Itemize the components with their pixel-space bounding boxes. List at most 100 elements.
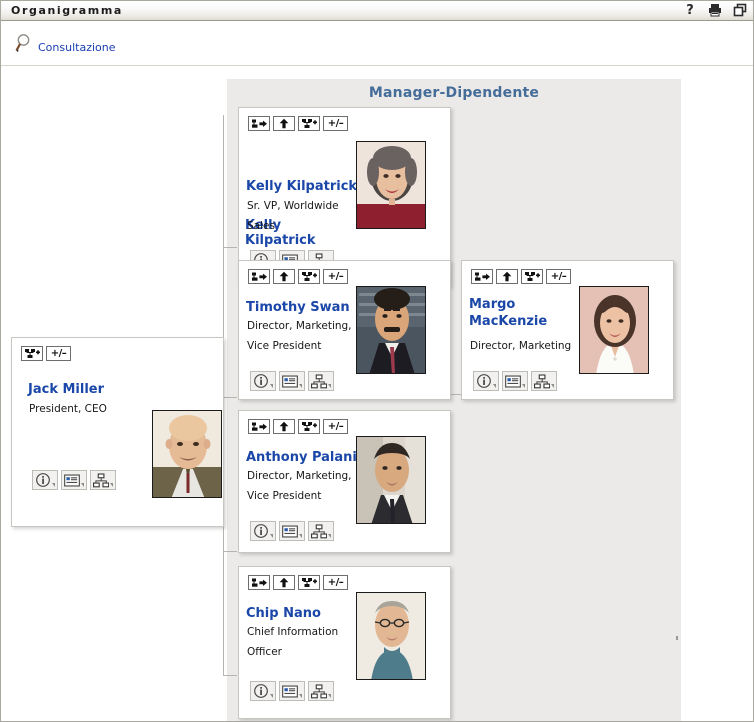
- person-name-main[interactable]: Kelly Kilpatrick: [246, 179, 357, 194]
- card-actions: [250, 371, 334, 391]
- chevron-down-icon: [299, 384, 302, 388]
- add-relation-button[interactable]: [21, 346, 43, 361]
- vcard-menu-button[interactable]: [279, 521, 305, 541]
- magnifier-icon: [15, 33, 35, 55]
- card-actions: [250, 681, 334, 701]
- card-toolbar: +/–: [21, 346, 71, 361]
- chevron-down-icon: [551, 384, 554, 388]
- details-menu-button[interactable]: [250, 521, 276, 541]
- plus-minus-icon: +/–: [327, 577, 344, 588]
- person-name-line1[interactable]: Margo: [469, 297, 515, 312]
- chevron-down-icon: [299, 534, 302, 538]
- vcard-menu-button[interactable]: [279, 681, 305, 701]
- go-to-manager-button[interactable]: [471, 269, 493, 284]
- card-actions: [473, 371, 557, 391]
- details-menu-button[interactable]: [250, 371, 276, 391]
- chevron-down-icon: [270, 534, 273, 538]
- org-chart-menu-button[interactable]: [90, 470, 116, 490]
- person-name[interactable]: Chip Nano: [246, 606, 321, 621]
- person-name[interactable]: Timothy Swan: [246, 300, 350, 315]
- card-actions: [250, 521, 334, 541]
- move-up-button[interactable]: [496, 269, 518, 284]
- move-up-button[interactable]: [273, 575, 295, 590]
- person-photo: [356, 141, 426, 229]
- window-controls: ?: [683, 3, 747, 18]
- chevron-down-icon: [110, 483, 113, 487]
- expand-collapse-button[interactable]: +/–: [323, 269, 348, 284]
- plus-minus-icon: +/–: [50, 348, 67, 359]
- go-to-manager-button[interactable]: [248, 269, 270, 284]
- go-to-manager-button[interactable]: [248, 419, 270, 434]
- consultazione-label: Consultazione: [38, 41, 116, 54]
- expand-collapse-button[interactable]: +/–: [323, 575, 348, 590]
- organigramma-window: Organigramma ? Consultazione Manager-Dip…: [0, 0, 754, 722]
- consultazione-link[interactable]: Consultazione: [15, 33, 116, 55]
- connector-chip: [223, 675, 237, 676]
- person-card-second-level[interactable]: +/– Margo MacKenzie Director, Marketing: [461, 260, 674, 400]
- person-title-line1: Director, Marketing,: [247, 320, 352, 332]
- connector-kelly: [223, 247, 237, 248]
- card-toolbar: +/–: [248, 419, 348, 434]
- person-card-root[interactable]: +/– Jack Miller President, CEO: [11, 337, 224, 527]
- chevron-down-icon: [328, 384, 331, 388]
- person-title-line1: Chief Information: [247, 626, 339, 638]
- person-photo: [356, 436, 426, 524]
- person-photo: [356, 592, 426, 680]
- add-relation-button[interactable]: [521, 269, 543, 284]
- person-title-line2: Sales: [247, 220, 275, 232]
- person-title-line2: Officer: [247, 646, 282, 658]
- go-to-manager-button[interactable]: [248, 116, 270, 131]
- expand-collapse-button[interactable]: +/–: [46, 346, 71, 361]
- person-photo: [579, 286, 649, 374]
- print-icon[interactable]: [708, 3, 722, 18]
- chevron-down-icon: [522, 384, 525, 388]
- details-menu-button[interactable]: [32, 470, 58, 490]
- chevron-down-icon: [328, 534, 331, 538]
- person-card-subordinate[interactable]: +/– Chip Nano Chief Information Officer: [238, 566, 451, 719]
- person-title-line1: President, CEO: [29, 403, 107, 415]
- details-menu-button[interactable]: [250, 681, 276, 701]
- expand-collapse-button[interactable]: +/–: [323, 116, 348, 131]
- vcard-menu-button[interactable]: [61, 470, 87, 490]
- help-icon[interactable]: ?: [683, 3, 697, 18]
- person-card-subordinate[interactable]: +/– Anthony Palani Director, Marketing, …: [238, 410, 451, 553]
- move-up-button[interactable]: [273, 269, 295, 284]
- plus-minus-icon: +/–: [550, 271, 567, 282]
- person-title-line2: Vice President: [247, 490, 322, 502]
- panel-marker-dot: [676, 636, 678, 640]
- org-chart-menu-button[interactable]: [308, 521, 334, 541]
- expand-collapse-button[interactable]: +/–: [323, 419, 348, 434]
- expand-collapse-button[interactable]: +/–: [546, 269, 571, 284]
- connector-timothy: [223, 397, 237, 398]
- org-chart-menu-button[interactable]: [308, 371, 334, 391]
- chevron-down-icon: [299, 694, 302, 698]
- person-name[interactable]: Jack Miller: [28, 382, 158, 397]
- move-up-button[interactable]: [273, 419, 295, 434]
- card-toolbar: +/–: [248, 575, 348, 590]
- chevron-down-icon: [328, 694, 331, 698]
- panel-title: Manager-Dipendente: [368, 85, 540, 101]
- plus-minus-icon: +/–: [327, 421, 344, 432]
- add-relation-button[interactable]: [298, 116, 320, 131]
- org-chart-menu-button[interactable]: [308, 681, 334, 701]
- person-card-subordinate[interactable]: +/– Timothy Swan Director, Marketing, Vi…: [238, 260, 451, 400]
- person-name[interactable]: Anthony Palani: [246, 450, 357, 465]
- chevron-down-icon: [270, 694, 273, 698]
- window-titlebar: Organigramma ?: [1, 1, 753, 21]
- chevron-down-icon: [270, 384, 273, 388]
- chevron-down-icon: [52, 483, 55, 487]
- add-relation-button[interactable]: [298, 269, 320, 284]
- person-name-line2[interactable]: MacKenzie: [469, 314, 547, 329]
- plus-minus-icon: +/–: [327, 271, 344, 282]
- go-to-manager-button[interactable]: [248, 575, 270, 590]
- add-relation-button[interactable]: [298, 575, 320, 590]
- details-menu-button[interactable]: [473, 371, 499, 391]
- card-toolbar: +/–: [248, 116, 348, 131]
- org-chart-menu-button[interactable]: [531, 371, 557, 391]
- vcard-menu-button[interactable]: [502, 371, 528, 391]
- secondary-toolbar: Consultazione: [1, 22, 753, 66]
- restore-window-icon[interactable]: [733, 3, 747, 18]
- move-up-button[interactable]: [273, 116, 295, 131]
- add-relation-button[interactable]: [298, 419, 320, 434]
- vcard-menu-button[interactable]: [279, 371, 305, 391]
